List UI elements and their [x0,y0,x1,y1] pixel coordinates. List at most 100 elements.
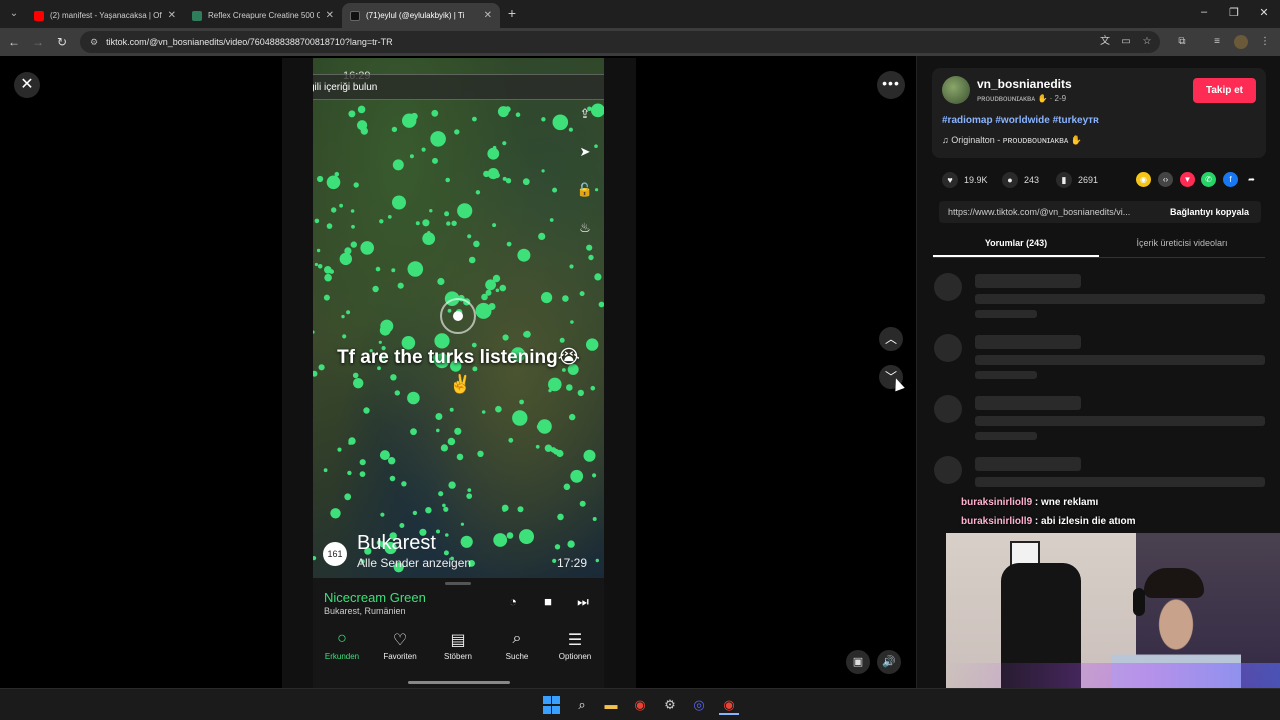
volume-icon[interactable]: 🔊 [877,650,901,674]
profile-avatar[interactable] [1234,35,1248,49]
related-search-bar[interactable]: İlgili içeriği bulun ⌕ [313,74,604,100]
radio-station-dot [583,449,596,462]
minimize-icon[interactable]: – [1197,6,1211,18]
radio-station-dot [431,109,439,117]
radio-station-dot [454,427,462,435]
extensions-icon[interactable]: ⧉ [1175,35,1189,49]
restore-icon[interactable]: ❐ [1227,6,1241,19]
location-arrow-icon: ➤ [579,144,591,159]
radio-station-dot [562,295,569,302]
radio-station-dot [437,277,445,286]
radio-station-dot [487,168,499,180]
translate-icon[interactable]: 文 [1098,35,1112,49]
author-avatar[interactable] [942,76,970,104]
radio-station-dot [454,129,460,135]
radio-station-dot [475,190,481,195]
radio-station-dot [380,512,385,517]
radio-station-dot [544,444,553,452]
radio-station-dot [323,468,328,473]
site-info-icon[interactable]: ⚙ [90,37,98,48]
related-search-placeholder: İlgili içeriği bulun [313,82,378,93]
reload-icon[interactable]: ↻ [54,34,70,50]
url-text: tiktok.com/@vn_bosnianedits/video/760488… [106,37,393,47]
skip-next-icon: ⏭ [577,594,589,609]
comment-skeleton-line [975,416,1265,426]
tab-reflex[interactable]: Reflex Creapure Creatine 500 G ✕ [184,3,342,28]
radio-station-dot [348,437,356,445]
windows-start-icon[interactable] [542,695,562,715]
bookmark-star-icon[interactable]: ☆ [1140,35,1154,49]
radio-station-dot [375,266,381,272]
save-stat[interactable]: ▮ 2691 [1056,172,1098,188]
radio-station-dot [559,337,565,343]
comment-skeleton-line [975,477,1265,487]
comment-skeleton-line [975,457,1081,471]
radio-station-dot [348,110,356,118]
radio-station-dot [342,334,347,339]
file-explorer-icon[interactable]: ▬ [601,695,621,715]
more-share-icon[interactable]: ➦ [1244,172,1259,187]
radio-station-dot [351,224,355,229]
forward-icon[interactable]: → [30,34,46,50]
radio-station-dot [495,405,502,413]
comment-skeleton-line [975,274,1081,288]
drag-handle [445,582,471,585]
radio-station-dot [590,385,596,391]
nav-favoriten: ♡ Favoriten [375,630,425,661]
radio-station-dot [541,117,546,122]
cast-icon[interactable]: ▭ [1119,35,1133,49]
window-close-icon[interactable]: ✕ [1257,6,1271,19]
coin-share-icon[interactable]: ◉ [1136,172,1151,187]
radio-station-dot [522,178,530,186]
chrome-icon[interactable]: ◉ [630,695,650,715]
like-stat[interactable]: ♥ 19.9K [942,172,988,188]
close-viewer-button[interactable]: ✕ [14,72,40,98]
whatsapp-icon[interactable]: ✆ [1201,172,1216,187]
send-icon[interactable]: ▼ [1180,172,1195,187]
radio-station-dot [314,218,320,224]
close-tab-icon[interactable]: ✕ [484,10,492,21]
search-icon[interactable]: ⌕ [572,695,592,715]
app-icon[interactable]: ⚙ [660,695,680,715]
map-center-marker [440,298,476,334]
address-bar[interactable]: ⚙ tiktok.com/@vn_bosnianedits/video/7604… [80,31,1160,53]
nav-stoebern: ▤ Stöbern [433,630,483,661]
back-icon[interactable]: ← [6,34,22,50]
close-tab-icon[interactable]: ✕ [326,10,334,21]
radio-station-dot [504,106,511,113]
comment-stat[interactable]: ● 243 [1002,172,1039,188]
previous-video-button[interactable]: ︿ [879,327,903,351]
follow-button[interactable]: Takip et [1193,78,1256,103]
embed-icon[interactable]: ‹› [1158,172,1173,187]
tab-creator-videos[interactable]: İçerik üreticisi videoları [1099,238,1265,248]
radio-station-dot [357,120,368,131]
nav-label: Stöbern [443,652,473,661]
pip-icon[interactable]: ▣ [846,650,870,674]
media-icon[interactable]: ≡ [1210,35,1224,49]
copy-link-button[interactable]: Bağlantıyı kopyala [1170,207,1249,217]
radio-station-dot [350,209,355,213]
discord-icon[interactable]: ◎ [689,695,709,715]
facebook-icon[interactable]: f [1223,172,1238,187]
browser-menu-icon[interactable]: ⋮ [1258,35,1272,49]
radio-station-dot [586,244,593,251]
hashtags[interactable]: #radiomap #worldwide #turkeyᴛʀ [942,115,1099,126]
close-tab-icon[interactable]: ✕ [168,10,176,21]
tab-search-chevron-icon[interactable]: ⌄ [6,6,22,22]
new-tab-plus-icon[interactable]: + [505,6,519,20]
chrome-active-icon[interactable]: ◉ [719,695,739,715]
comment-skeleton-line [975,396,1081,410]
radio-station-dot [466,493,473,499]
tab-tiktok[interactable]: (71)eylul (@eylulakbyik) | Ti ✕ [342,3,500,28]
radio-station-dot [392,159,404,171]
sound-link[interactable]: ♫ Originalton - ᴘʀᴏᴜᴅʙᴏᴜɴɪᴀᴋʙᴀ ✋ [942,135,1082,146]
radio-station-dot [493,533,508,547]
tab-youtube[interactable]: (2) manifest - Yaşanacaksa | Off ✕ [26,3,184,28]
tab-comments[interactable]: Yorumlar (243) [933,238,1099,248]
author-username[interactable]: vn_bosnianedits [977,77,1072,91]
radio-station-dot [448,481,456,489]
more-options-button[interactable]: ••• [877,71,905,99]
tab-title: Reflex Creapure Creatine 500 G [208,11,320,20]
radio-station-dot [487,147,500,160]
radio-station-dot [554,544,561,550]
